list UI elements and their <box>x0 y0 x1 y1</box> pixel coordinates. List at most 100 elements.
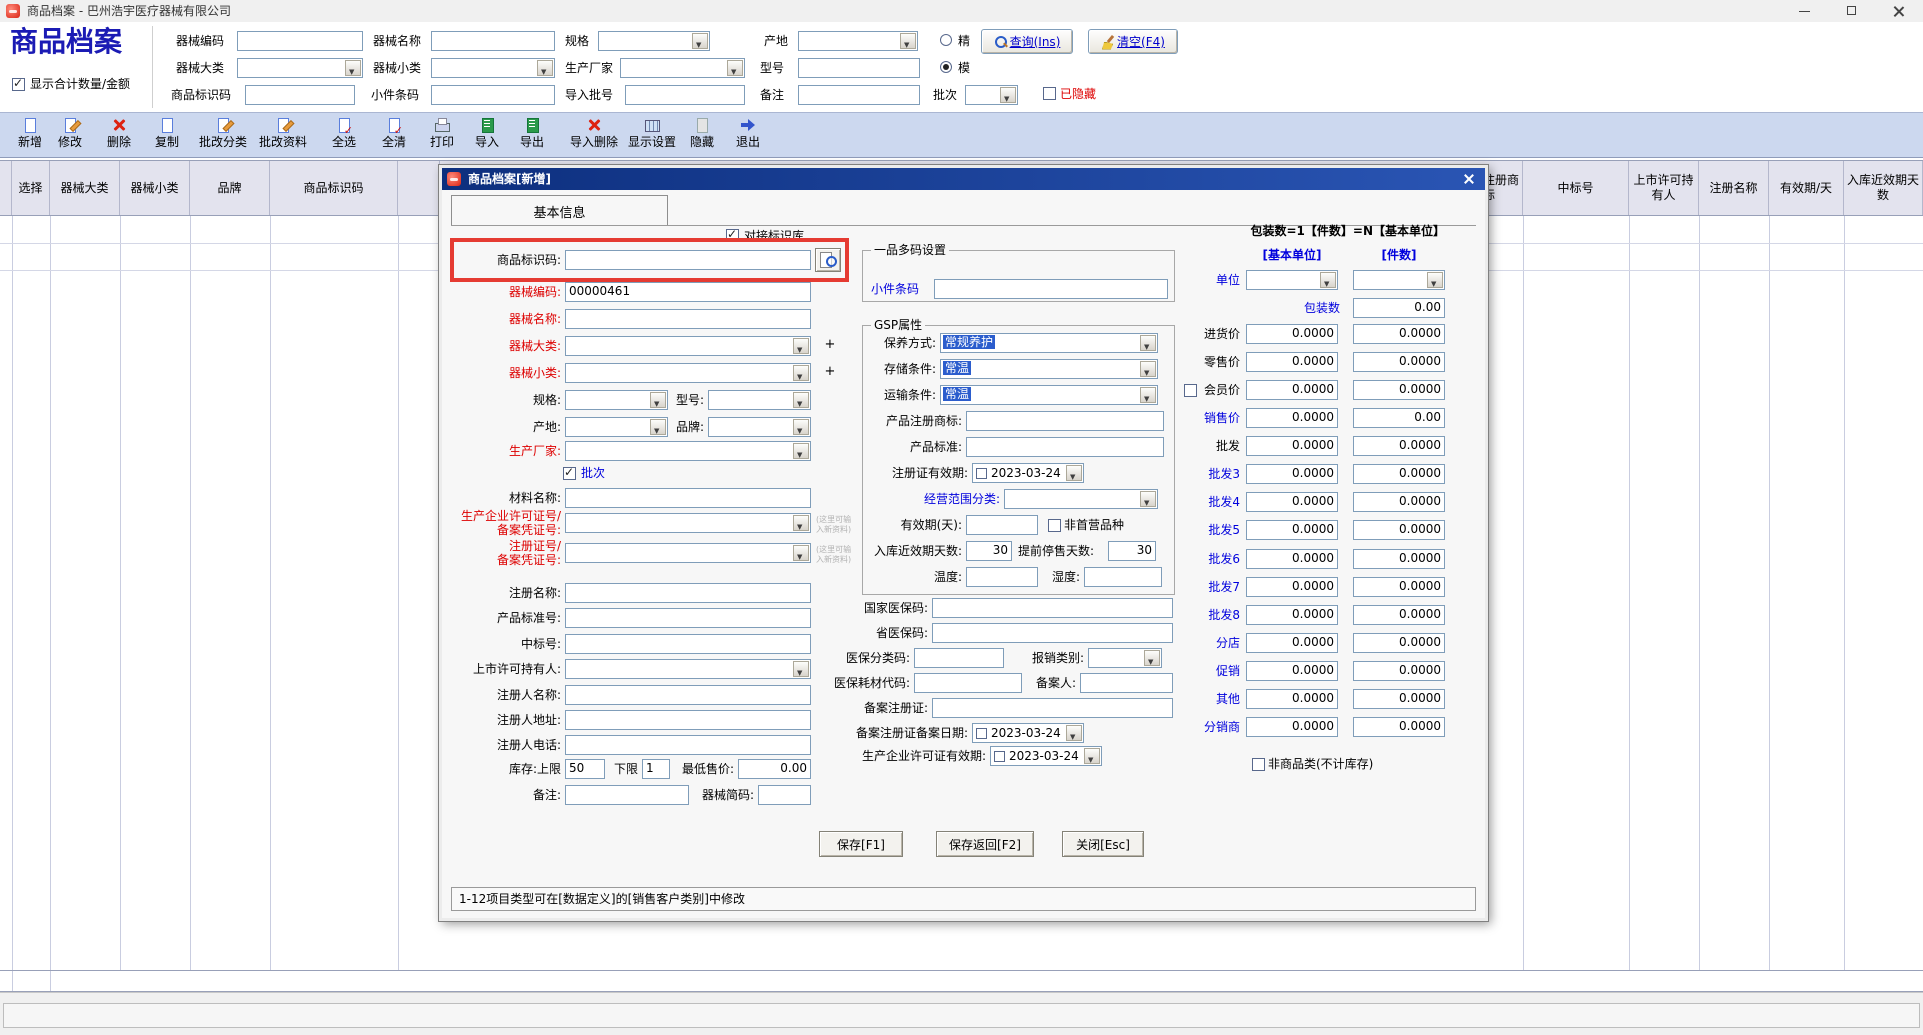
filter-origin-combo[interactable] <box>798 31 918 51</box>
text-input[interactable]: 0.0000 <box>1353 436 1445 456</box>
text-input[interactable]: 0.00 <box>1353 408 1445 428</box>
dropdown[interactable] <box>1246 270 1338 290</box>
text-input[interactable]: 0.0000 <box>1353 661 1445 681</box>
show-total-checkbox[interactable] <box>12 78 25 91</box>
toolbar-item-6[interactable]: 批改资料 <box>251 117 315 149</box>
text-input[interactable]: 0.0000 <box>1246 549 1338 569</box>
text-input[interactable]: 0.0000 <box>1353 717 1445 737</box>
lookup-button[interactable] <box>815 248 841 272</box>
batch-checkbox[interactable] <box>563 467 576 480</box>
chevron-down-icon[interactable] <box>345 60 361 76</box>
filter-small-barcode-input[interactable] <box>431 85 555 105</box>
text-input[interactable] <box>565 735 811 755</box>
text-input[interactable]: 0.0000 <box>1246 464 1338 484</box>
hidden-checkbox[interactable] <box>1043 87 1056 100</box>
dropdown[interactable] <box>1353 270 1445 290</box>
dropdown[interactable] <box>1004 489 1158 509</box>
filter-batch-combo[interactable] <box>965 85 1018 105</box>
save-button[interactable]: 保存[F1] <box>819 831 903 857</box>
maximize-button[interactable] <box>1830 0 1875 22</box>
text-input[interactable]: 0.0000 <box>1353 577 1445 597</box>
text-input[interactable]: 1 <box>642 759 670 779</box>
toolbar-item-5[interactable]: 批改分类 <box>191 117 255 149</box>
chevron-down-icon[interactable] <box>900 33 916 49</box>
chevron-down-icon[interactable] <box>1427 272 1443 288</box>
filter-category-combo[interactable] <box>237 58 363 78</box>
text-input[interactable]: 0.0000 <box>1246 380 1338 400</box>
table-column-器械小类[interactable]: 器械小类 <box>120 161 190 215</box>
chevron-down-icon[interactable] <box>1140 387 1156 403</box>
table-column-选择[interactable]: 选择 <box>12 161 50 215</box>
filter-spec-combo[interactable] <box>598 31 710 51</box>
text-input[interactable]: 0.0000 <box>1353 492 1445 512</box>
text-input[interactable]: 0.00 <box>1353 298 1445 318</box>
toolbar-item-15[interactable]: 退出 <box>716 117 780 149</box>
filter-remark-input[interactable] <box>798 85 920 105</box>
text-input[interactable]: 0.0000 <box>1353 324 1445 344</box>
text-input[interactable]: 0.0000 <box>1246 436 1338 456</box>
table-column-empty[interactable] <box>398 161 440 215</box>
fuzzy-radio[interactable] <box>940 61 952 73</box>
text-input[interactable]: 0.0000 <box>1353 605 1445 625</box>
text-input[interactable]: 0.0000 <box>1353 352 1445 372</box>
text-input[interactable]: 50 <box>565 759 605 779</box>
text-input[interactable]: 0.0000 <box>1246 352 1338 372</box>
table-column-empty[interactable] <box>0 161 12 215</box>
table-column-商品标识码[interactable]: 商品标识码 <box>270 161 398 215</box>
chevron-down-icon[interactable] <box>692 33 708 49</box>
dropdown[interactable] <box>565 390 668 410</box>
text-input[interactable] <box>932 623 1173 643</box>
toolbar-item-11[interactable]: 导出 <box>500 117 564 149</box>
toolbar-item-4[interactable]: 复制 <box>135 117 199 149</box>
table-column-有效期/天[interactable]: 有效期/天 <box>1769 161 1844 215</box>
text-input[interactable]: 0.0000 <box>1246 717 1338 737</box>
save-return-button[interactable]: 保存返回[F2] <box>936 831 1034 857</box>
chevron-down-icon[interactable] <box>1084 748 1100 764</box>
chevron-down-icon[interactable] <box>1000 87 1016 103</box>
chevron-down-icon[interactable] <box>1066 725 1082 741</box>
date-checkbox[interactable] <box>976 728 987 739</box>
filter-subcategory-combo[interactable] <box>431 58 555 78</box>
text-input[interactable] <box>966 411 1164 431</box>
dropdown[interactable] <box>565 417 668 437</box>
close-dialog-button[interactable]: 关闭[Esc] <box>1062 831 1144 857</box>
date-checkbox[interactable] <box>976 468 987 479</box>
date-checkbox[interactable] <box>994 751 1005 762</box>
dropdown[interactable]: 常规养护 <box>940 333 1158 353</box>
non-first-checkbox[interactable] <box>1048 519 1061 532</box>
minimize-button[interactable] <box>1782 0 1827 22</box>
chevron-down-icon[interactable] <box>1066 465 1082 481</box>
text-input[interactable] <box>966 515 1038 535</box>
filter-manufacturer-combo[interactable] <box>620 58 745 78</box>
close-button[interactable] <box>1876 0 1921 22</box>
text-input[interactable]: 0.0000 <box>1246 408 1338 428</box>
chevron-down-icon[interactable] <box>537 60 553 76</box>
table-column-品牌[interactable]: 品牌 <box>190 161 270 215</box>
dropdown[interactable] <box>565 543 811 563</box>
dropdown[interactable]: 常温 <box>940 385 1158 405</box>
dropdown[interactable]: 常温 <box>940 359 1158 379</box>
precise-radio[interactable] <box>940 34 952 46</box>
chevron-down-icon[interactable] <box>727 60 743 76</box>
text-input[interactable] <box>934 279 1168 299</box>
text-input[interactable]: 0.0000 <box>1246 492 1338 512</box>
table-column-入库近效期天数[interactable]: 入库近效期天数 <box>1844 161 1923 215</box>
table-column-上市许可持有人[interactable]: 上市许可持有人 <box>1629 161 1699 215</box>
text-input[interactable]: 0.0000 <box>1353 689 1445 709</box>
text-input[interactable]: 0.0000 <box>1353 464 1445 484</box>
filter-device-code-input[interactable] <box>237 31 363 51</box>
date-picker[interactable]: 2023-03-24 <box>972 463 1084 483</box>
dropdown[interactable] <box>565 441 811 461</box>
text-input[interactable] <box>758 785 811 805</box>
text-input[interactable]: 0.0000 <box>1246 520 1338 540</box>
filter-model-input[interactable] <box>798 58 920 78</box>
text-input[interactable]: 30 <box>966 541 1012 561</box>
query-button[interactable]: 查询(Ins) <box>981 29 1073 54</box>
text-input[interactable] <box>966 567 1038 587</box>
clear-button[interactable]: 清空(F4) <box>1088 29 1178 54</box>
text-input[interactable] <box>966 437 1164 457</box>
text-input[interactable]: 0.0000 <box>1353 633 1445 653</box>
text-input[interactable] <box>565 488 811 508</box>
table-column-注册名称[interactable]: 注册名称 <box>1699 161 1769 215</box>
chevron-down-icon[interactable] <box>1320 272 1336 288</box>
